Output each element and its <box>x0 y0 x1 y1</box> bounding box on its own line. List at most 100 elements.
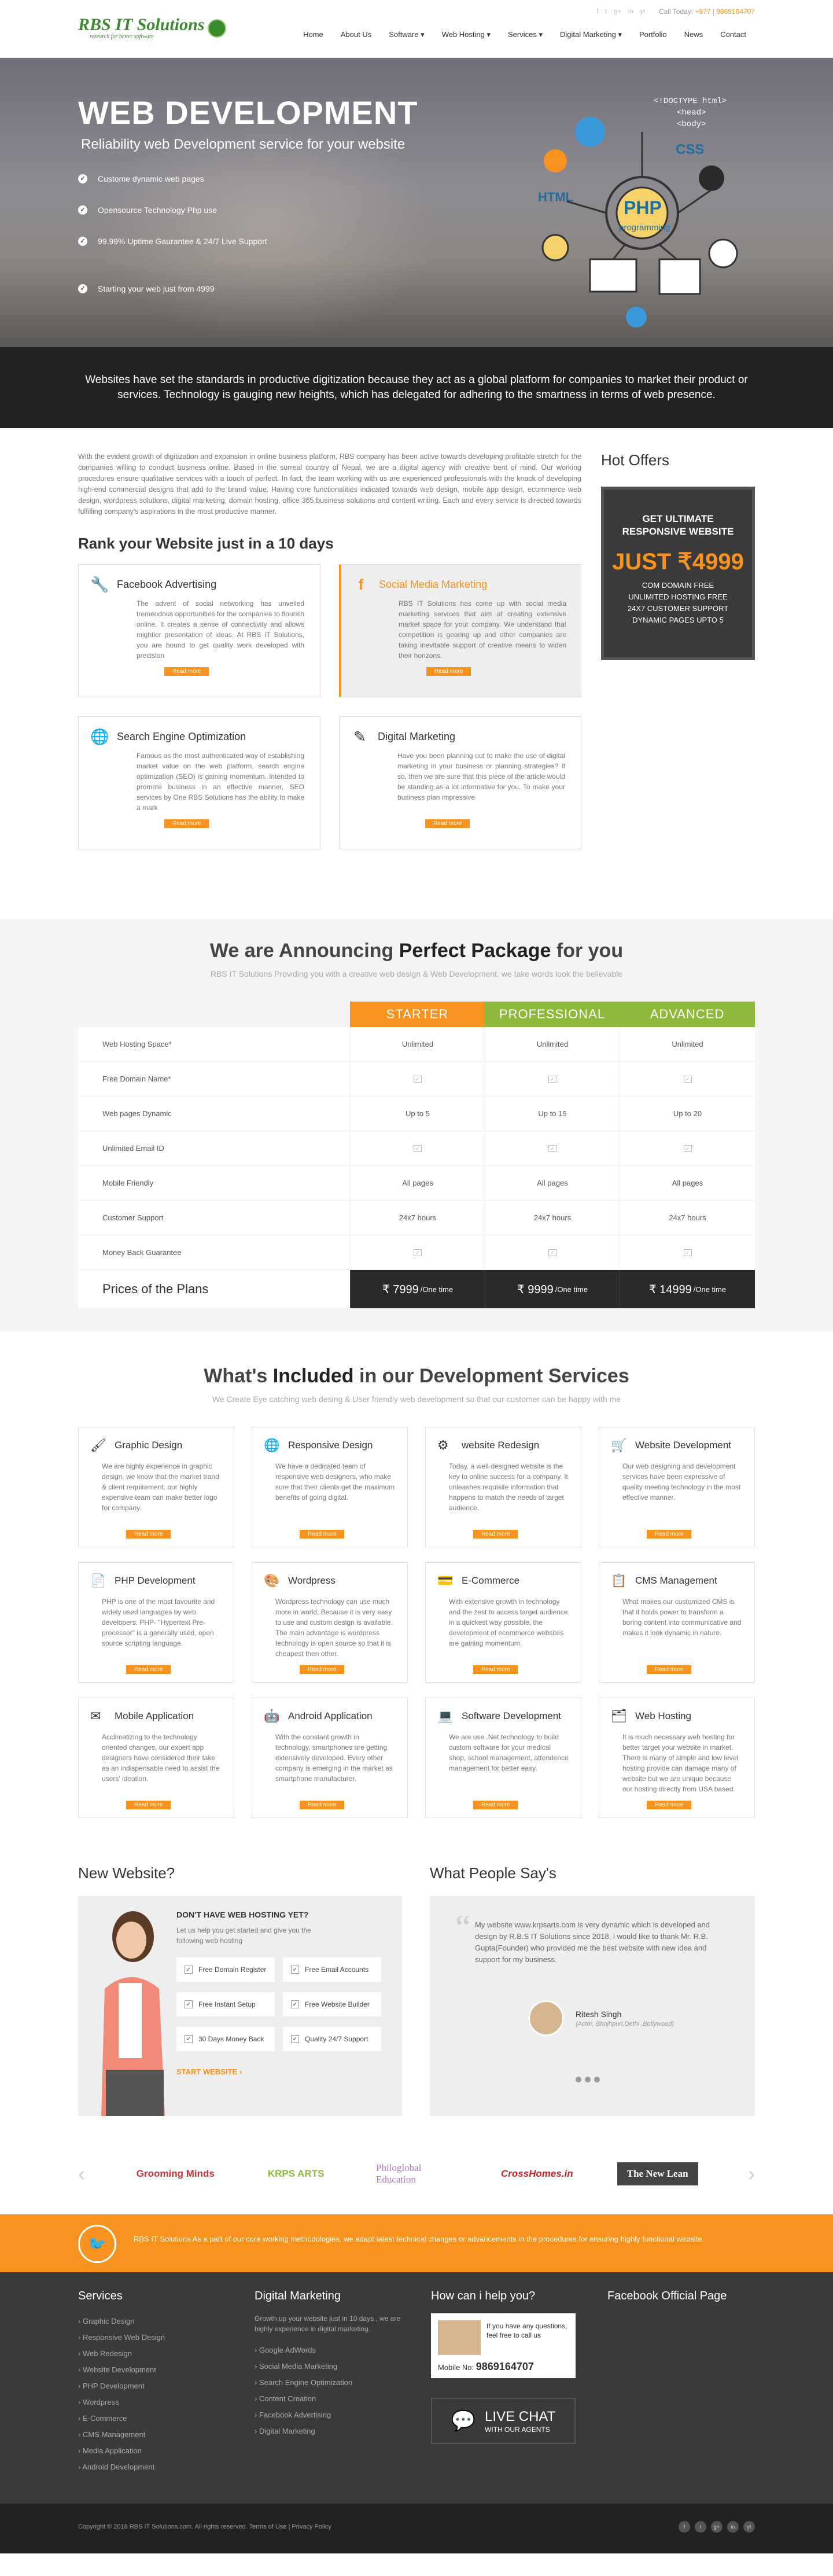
pricing-table: STARTER PROFESSIONAL ADVANCED Web Hostin… <box>78 1002 755 1308</box>
client-logo[interactable]: The New Lean <box>617 2162 698 2185</box>
googleplus-icon[interactable]: g+ <box>711 2521 723 2533</box>
linkedin-icon[interactable]: in <box>727 2521 739 2533</box>
chevron-left-icon[interactable]: ‹ <box>78 2162 95 2186</box>
nav-services[interactable]: Services ▾ <box>499 28 551 42</box>
linkedin-icon[interactable]: in <box>628 8 633 15</box>
footer-link[interactable]: Digital Marketing <box>255 2423 431 2439</box>
read-more-button[interactable]: Read more <box>473 1665 518 1674</box>
footer-link[interactable]: E-Commerce <box>78 2411 255 2427</box>
plan-price[interactable]: ₹ 9999/One time <box>485 1270 620 1308</box>
read-more-button[interactable]: Read more <box>473 1530 518 1539</box>
twitter-icon[interactable]: t <box>695 2521 706 2533</box>
twitter-icon[interactable]: 🐦 <box>78 2225 116 2263</box>
included-card-title: Android Application <box>288 1710 373 1721</box>
included-title: What's Included in our Development Servi… <box>204 1365 629 1387</box>
logo-text: RBS IT Solutions <box>78 15 205 34</box>
envelope-icon: ✉ <box>90 1709 101 1723</box>
carousel-dot[interactable] <box>594 2077 600 2082</box>
read-more-button[interactable]: Read more <box>164 819 209 828</box>
feature-label: Customer Support <box>78 1201 350 1235</box>
footer-link[interactable]: Web Redesign <box>78 2346 255 2362</box>
read-more-button[interactable]: Read more <box>164 667 209 676</box>
included-card: 💻 Software Development We are use .Net tec… <box>425 1698 581 1818</box>
nav-news[interactable]: News <box>676 28 712 42</box>
feature-value: 24x7 hours <box>350 1201 485 1235</box>
footer-link[interactable]: Facebook Advertising <box>255 2407 431 2423</box>
credit-card-icon: 💳 <box>437 1573 454 1588</box>
nav-digital-marketing[interactable]: Digital Marketing ▾ <box>551 28 631 42</box>
read-more-button[interactable]: Read more <box>647 1801 692 1809</box>
pricing-section: We are Announcing Perfect Package for yo… <box>0 919 833 1331</box>
intro-text: With the evident growth of digitization … <box>78 452 581 516</box>
feature-item: ✓ Quality 24/7 Support <box>283 2027 381 2051</box>
footer-link[interactable]: Media Application <box>78 2443 255 2459</box>
nav-web-hosting[interactable]: Web Hosting ▾ <box>433 28 499 42</box>
footer-link[interactable]: Android Development <box>78 2459 255 2475</box>
nav-about[interactable]: About Us <box>332 28 380 42</box>
read-more-button[interactable]: Read more <box>126 1801 171 1809</box>
included-card-text: With the constant growth in technology, … <box>275 1733 393 1783</box>
footer-link[interactable]: Social Media Marketing <box>255 2358 431 2375</box>
nav-home[interactable]: Home <box>294 28 332 42</box>
client-logo[interactable]: Grooming Minds <box>135 2162 216 2185</box>
included-card: 🎨 Wordpress Wordpress technology can use m… <box>252 1562 408 1683</box>
check-icon: ✓ <box>683 1075 692 1083</box>
live-chat-button[interactable]: 💬 LIVE CHAT WITH OUR AGENTS <box>431 2398 576 2444</box>
woman-image <box>101 1911 165 2116</box>
feature-value: Unlimited <box>350 1027 485 1062</box>
facebook-icon[interactable]: f <box>679 2521 690 2533</box>
read-more-button[interactable]: Read more <box>300 1665 345 1674</box>
footer-link[interactable]: Graphic Design <box>78 2313 255 2330</box>
nav-software[interactable]: Software ▾ <box>380 28 433 42</box>
included-subtitle: We Create Eye catching web desing & User… <box>212 1394 621 1404</box>
start-website-button[interactable]: START WEBSITE › <box>176 2067 396 2076</box>
logo[interactable]: RBS IT Solutions research for better sof… <box>78 15 227 40</box>
feature-value: All pages <box>350 1166 485 1201</box>
footer-link[interactable]: Google AdWords <box>255 2342 431 2358</box>
help-phone[interactable]: 9869164707 <box>476 2361 534 2372</box>
read-more-button[interactable]: Read more <box>647 1530 692 1539</box>
read-more-button[interactable]: Read more <box>126 1665 171 1674</box>
youtube-icon[interactable]: yt <box>640 8 645 15</box>
footer-link[interactable]: Responsive Web Design <box>78 2330 255 2346</box>
chevron-right-icon[interactable]: › <box>738 2162 755 2186</box>
footer-link[interactable]: Search Engine Optimization <box>255 2375 431 2391</box>
feature-label: Web Hosting Space* <box>78 1027 350 1062</box>
footer-link[interactable]: Wordpress <box>78 2394 255 2411</box>
client-logo[interactable]: CrossHomes.in <box>496 2162 577 2185</box>
plan-price[interactable]: ₹ 14999/One time <box>620 1270 755 1308</box>
carousel-dots <box>576 2077 600 2082</box>
read-more-button[interactable]: Read more <box>425 819 470 828</box>
footer-heading: Digital Marketing <box>255 2290 341 2302</box>
call-number[interactable]: +977 | 9869164707 <box>695 8 755 16</box>
nav-portfolio[interactable]: Portfolio <box>631 28 676 42</box>
plan-price[interactable]: ₹ 7999/One time <box>350 1270 485 1308</box>
footer-link[interactable]: Website Development <box>78 2362 255 2378</box>
footer-link[interactable]: CMS Management <box>78 2427 255 2443</box>
read-more-button[interactable]: Read more <box>300 1530 345 1539</box>
twitter-icon[interactable]: t <box>605 8 607 15</box>
globe-icon <box>208 19 227 38</box>
client-logo[interactable]: Philoglobal Education <box>376 2162 457 2185</box>
youtube-icon[interactable]: yt <box>743 2521 755 2533</box>
chat-icon: 💬 <box>451 2410 476 2432</box>
read-more-button[interactable]: Read more <box>126 1530 171 1539</box>
service-grid: 🔧 Facebook Advertising The advent of soci… <box>78 564 581 849</box>
copyright-text: Copyright © 2018 RBS IT Solutions.com. A… <box>78 2523 331 2530</box>
read-more-button[interactable]: Read more <box>300 1801 345 1809</box>
included-card-title: Website Development <box>635 1440 731 1451</box>
read-more-button[interactable]: Read more <box>426 667 471 676</box>
read-more-button[interactable]: Read more <box>473 1801 518 1809</box>
facebook-icon[interactable]: f <box>596 8 598 15</box>
footer-facebook: Facebook Official Page <box>607 2290 755 2475</box>
read-more-button[interactable]: Read more <box>647 1665 692 1674</box>
carousel-dot[interactable] <box>576 2077 581 2082</box>
footer-digital-marketing: Digital Marketing Growth up your website… <box>255 2290 431 2475</box>
nav-contact[interactable]: Contact <box>712 28 755 42</box>
client-logo[interactable]: KRPS ARTS <box>256 2162 337 2185</box>
carousel-dot[interactable] <box>585 2077 591 2082</box>
offer-banner[interactable]: GET ULTIMATE RESPONSIVE WEBSITE JUST ₹49… <box>601 487 755 660</box>
footer-link[interactable]: PHP Development <box>78 2378 255 2394</box>
footer-link[interactable]: Content Creation <box>255 2391 431 2407</box>
googleplus-icon[interactable]: g+ <box>614 8 621 15</box>
